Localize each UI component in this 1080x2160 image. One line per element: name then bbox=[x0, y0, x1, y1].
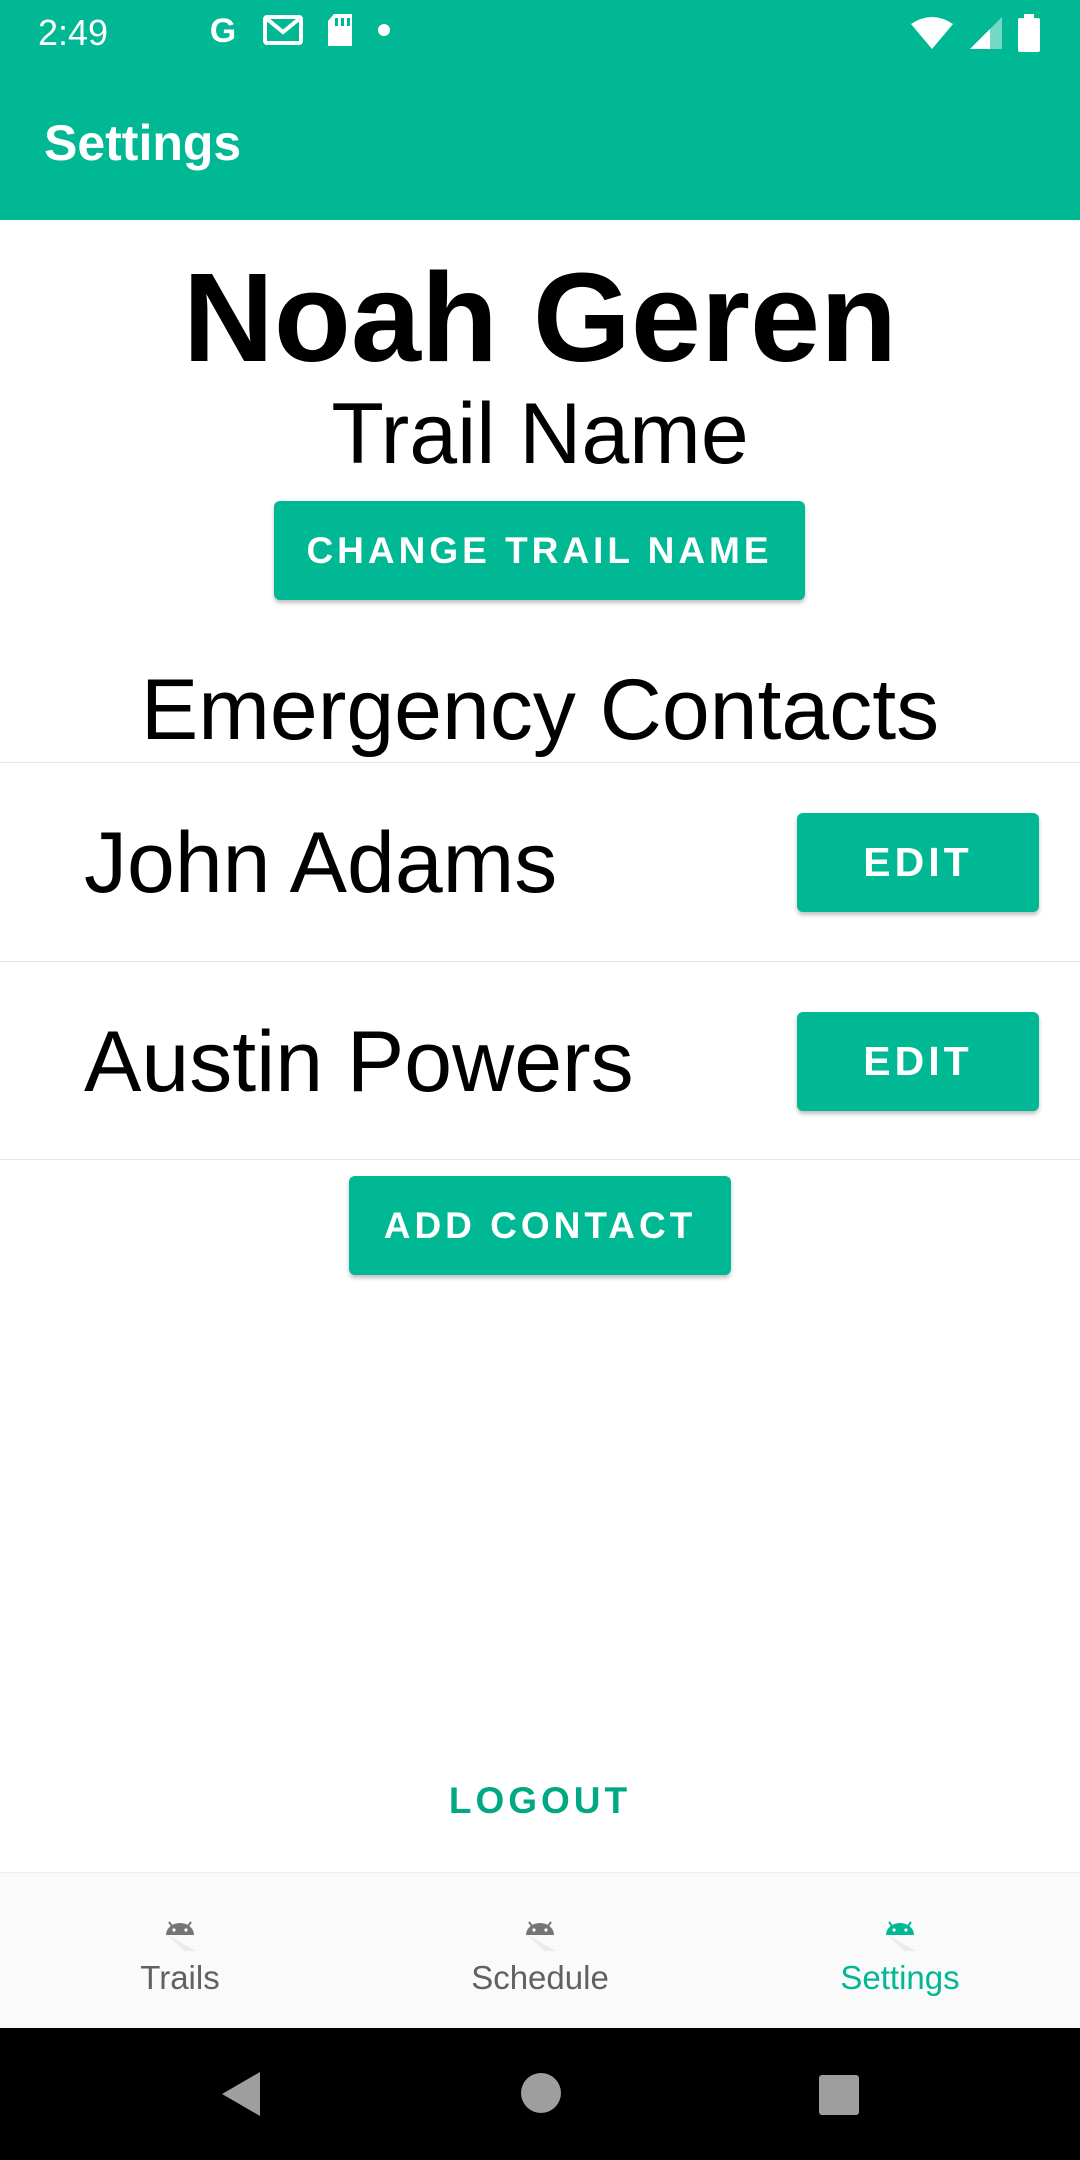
nav-item-settings[interactable]: Settings bbox=[720, 1873, 1080, 2028]
contact-name: John Adams bbox=[84, 815, 558, 911]
app-bar: Settings bbox=[0, 66, 1080, 220]
status-icons-right bbox=[910, 14, 1040, 52]
nav-item-schedule[interactable]: Schedule bbox=[360, 1873, 720, 2028]
android-icon bbox=[526, 1921, 556, 1951]
cellular-signal-icon bbox=[970, 17, 1002, 49]
android-icon bbox=[886, 1921, 916, 1951]
home-icon[interactable] bbox=[520, 2072, 562, 2114]
contact-name: Austin Powers bbox=[84, 1014, 634, 1110]
page-title: Settings bbox=[44, 115, 242, 171]
gmail-icon bbox=[263, 15, 303, 45]
trail-name: Trail Name bbox=[331, 386, 749, 482]
user-name: Noah Geren bbox=[182, 247, 898, 388]
recent-apps-icon[interactable] bbox=[818, 2074, 860, 2116]
nav-item-trails[interactable]: Trails bbox=[0, 1873, 360, 2028]
battery-icon bbox=[1018, 14, 1040, 52]
add-contact-button[interactable]: ADD CONTACT bbox=[349, 1176, 731, 1275]
system-navigation-bar bbox=[0, 2028, 1080, 2160]
status-icons-left: G bbox=[205, 12, 391, 48]
wifi-icon bbox=[911, 17, 953, 49]
status-time: 2:49 bbox=[38, 12, 109, 53]
sd-card-icon bbox=[328, 14, 352, 46]
android-icon bbox=[166, 1921, 196, 1951]
edit-contact-button[interactable]: EDIT bbox=[797, 1012, 1039, 1111]
notification-dot-icon bbox=[378, 24, 390, 36]
back-icon[interactable] bbox=[218, 2070, 262, 2118]
nav-label: Trails bbox=[140, 1959, 220, 1996]
contact-row: Austin Powers EDIT bbox=[0, 961, 1080, 1160]
change-trail-name-button[interactable]: CHANGE TRAIL NAME bbox=[274, 501, 805, 600]
nav-label: Settings bbox=[840, 1959, 960, 1996]
svg-text:G: G bbox=[210, 12, 236, 48]
emergency-contacts-title: Emergency Contacts bbox=[140, 662, 940, 758]
status-bar: 2:49 G bbox=[0, 0, 1080, 66]
google-icon: G bbox=[210, 12, 236, 48]
edit-contact-button[interactable]: EDIT bbox=[797, 813, 1039, 912]
contact-row: John Adams EDIT bbox=[0, 762, 1080, 962]
logout-button[interactable]: LOGOUT bbox=[0, 1780, 1080, 1822]
bottom-navigation: Trails Schedule Settings bbox=[0, 1872, 1080, 2028]
nav-label: Schedule bbox=[471, 1959, 609, 1996]
